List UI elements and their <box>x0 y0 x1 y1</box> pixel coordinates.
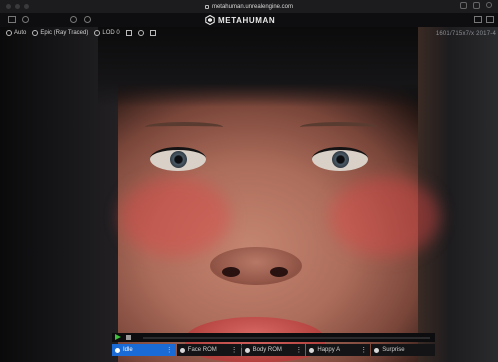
share-icon[interactable] <box>460 2 467 9</box>
sidebar-icon[interactable] <box>8 16 16 23</box>
new-tab-icon[interactable] <box>473 2 480 9</box>
camera-icon <box>125 30 132 36</box>
settings-icon[interactable] <box>486 16 494 23</box>
cheek-left <box>120 177 230 257</box>
lod-label: LOD 0 <box>102 30 120 36</box>
clip-idle[interactable]: Idle ⋮ <box>112 344 176 356</box>
url-text: metahuman.unrealengine.com <box>211 3 294 10</box>
brow-right <box>300 122 378 132</box>
clip-icon <box>115 347 120 353</box>
address-bar[interactable]: metahuman.unrealengine.com <box>190 2 308 11</box>
quality-auto-label: Auto <box>14 30 27 36</box>
clip-label: Happy A <box>317 347 341 353</box>
nose <box>210 247 302 285</box>
layout-icon[interactable] <box>474 16 482 23</box>
more-icon[interactable]: ⋮ <box>166 346 173 354</box>
more-icon[interactable]: ⋮ <box>231 346 238 354</box>
back-icon[interactable] <box>22 16 29 23</box>
clip-icon <box>309 347 315 353</box>
lock-icon <box>204 4 209 9</box>
clip-label: Surprise <box>382 347 405 353</box>
gear-icon <box>6 30 12 36</box>
cheek-right <box>330 177 440 257</box>
window-controls[interactable] <box>6 4 29 9</box>
brow-left <box>145 122 223 132</box>
more-icon[interactable]: ⋮ <box>295 346 302 354</box>
gear-icon <box>32 30 39 36</box>
hair-bangs <box>98 27 418 107</box>
nostril-right <box>270 267 288 277</box>
brand-name: METAHUMAN <box>218 15 276 25</box>
timeline-track <box>112 333 435 342</box>
clip-surprise[interactable]: Surprise <box>371 344 435 356</box>
more-icon[interactable]: ⋮ <box>360 346 367 354</box>
clip-face-rom[interactable]: Face ROM ⋮ <box>176 344 241 356</box>
animation-player: Idle ⋮ Face ROM ⋮ Body ROM ⋮ Happy A ⋮ S… <box>112 333 435 357</box>
quality-auto-button[interactable]: Auto <box>6 30 26 36</box>
render-mode-label: Epic (Ray Traced) <box>40 30 89 36</box>
viewport[interactable] <box>0 27 498 362</box>
clip-label: Idle <box>123 347 133 353</box>
hexagon-logo-icon <box>205 15 215 25</box>
clip-body-rom[interactable]: Body ROM ⋮ <box>241 344 306 356</box>
light-button[interactable] <box>137 30 144 36</box>
metahuman-logo: METAHUMAN <box>205 14 275 26</box>
timeline-scrubber[interactable] <box>143 337 430 339</box>
camera-button[interactable] <box>125 30 132 36</box>
clip-icon <box>179 347 185 353</box>
stop-icon[interactable] <box>126 335 131 340</box>
clip-icon <box>244 347 250 353</box>
lod-button[interactable]: LOD 0 <box>94 30 120 36</box>
play-icon[interactable] <box>115 334 121 340</box>
nostril-left <box>222 267 240 277</box>
background-icon <box>149 30 156 36</box>
clip-happy-a[interactable]: Happy A ⋮ <box>306 344 371 356</box>
undo-icon[interactable] <box>70 16 77 23</box>
viewport-toolbar: Auto Epic (Ray Traced) LOD 0 <box>0 27 498 39</box>
browser-toolbar: metahuman.unrealengine.com <box>0 0 498 13</box>
eye-left <box>150 147 206 171</box>
stats-readout: 1601/715x7/x 2017-4 <box>435 31 496 37</box>
gear-icon <box>94 30 101 36</box>
clip-icon <box>374 347 380 353</box>
render-mode-button[interactable]: Epic (Ray Traced) <box>32 30 88 36</box>
eye-right <box>312 147 368 171</box>
tabs-icon[interactable] <box>486 2 492 8</box>
background-button[interactable] <box>149 30 156 36</box>
animation-clips: Idle ⋮ Face ROM ⋮ Body ROM ⋮ Happy A ⋮ S… <box>112 344 435 356</box>
clip-label: Body ROM <box>252 347 282 353</box>
clip-label: Face ROM <box>187 347 217 353</box>
light-icon <box>137 30 144 36</box>
redo-icon[interactable] <box>84 16 91 23</box>
